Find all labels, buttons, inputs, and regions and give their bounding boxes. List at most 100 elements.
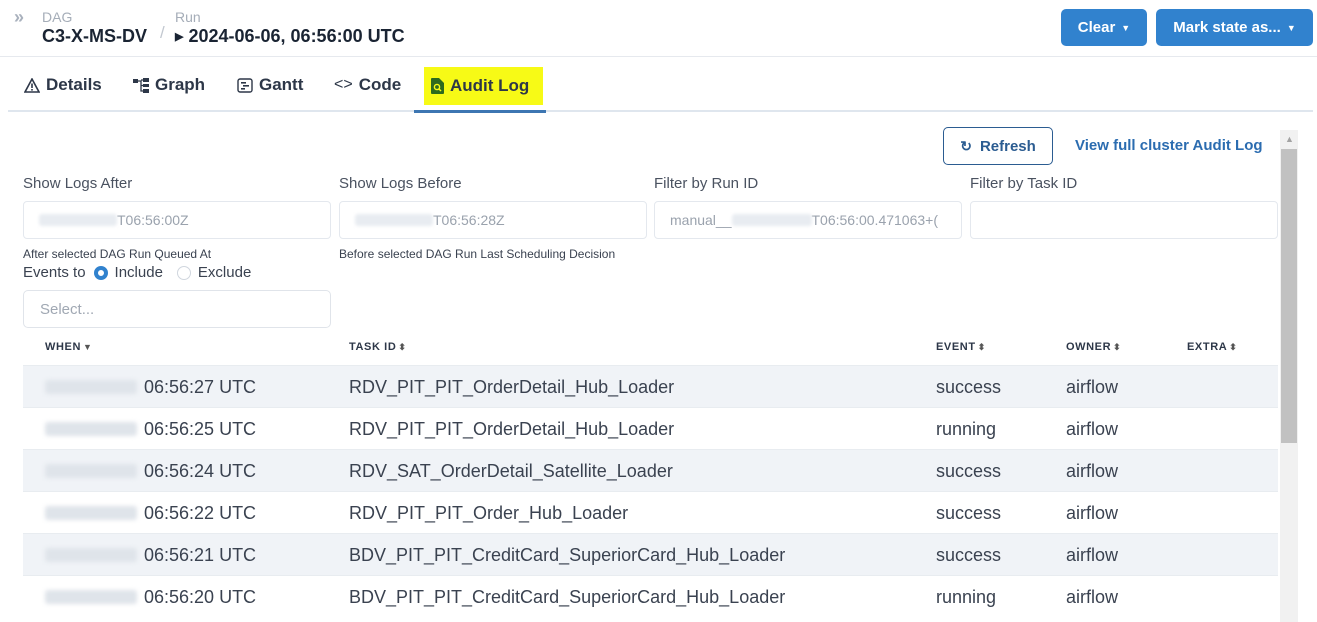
owner-cell: airflow: [1066, 503, 1119, 523]
events-label: Events to: [23, 264, 86, 281]
redacted-date: [39, 214, 117, 226]
breadcrumb-separator: /: [160, 23, 165, 42]
run-label: Run: [175, 9, 201, 25]
redacted-date: [45, 590, 137, 604]
show-logs-after-label: Show Logs After: [23, 175, 133, 192]
mark-state-button-label: Mark state as...: [1173, 19, 1281, 36]
event-cell: success: [936, 461, 1002, 481]
audit-table-header: WHEN ▼ TASK ID ⬍ EVENT ⬍ OWNER ⬍ EXTRA ⬍: [23, 338, 1278, 364]
task-id-cell: RDV_PIT_PIT_Order_Hub_Loader: [349, 503, 629, 523]
owner-cell: airflow: [1066, 377, 1119, 397]
scroll-up-icon[interactable]: ▲: [1285, 134, 1294, 144]
table-row[interactable]: 06:56:27 UTC RDV_PIT_PIT_OrderDetail_Hub…: [23, 365, 1278, 407]
redacted-date: [45, 548, 137, 562]
chevron-down-icon: ▼: [1121, 22, 1131, 33]
event-cell: success: [936, 503, 1002, 523]
when-cell: 06:56:20 UTC: [144, 587, 257, 607]
event-cell: running: [936, 419, 997, 439]
sort-desc-icon: ▼: [83, 342, 93, 352]
when-cell: 06:56:27 UTC: [144, 377, 257, 397]
tab-details-label: Details: [46, 75, 102, 94]
after-help-text: After selected DAG Run Queued At: [23, 247, 212, 261]
sort-icon: ⬍: [1113, 342, 1122, 352]
code-icon: <>: [334, 76, 353, 93]
sort-icon: ⬍: [398, 342, 407, 352]
expand-sidebar-icon[interactable]: »: [14, 7, 24, 28]
before-help-text: Before selected DAG Run Last Scheduling …: [339, 247, 616, 261]
refresh-button[interactable]: ↻ Refresh: [943, 127, 1053, 165]
exclude-radio[interactable]: [176, 265, 191, 280]
owner-cell: airflow: [1066, 587, 1119, 607]
run-id[interactable]: 2024-06-06, 06:56:00 UTC: [188, 26, 404, 46]
audit-log-panel: ↻ Refresh View full cluster Audit Log Sh…: [8, 113, 1298, 622]
when-cell: 06:56:21 UTC: [144, 545, 257, 565]
table-row[interactable]: 06:56:20 UTC BDV_PIT_PIT_CreditCard_Supe…: [23, 575, 1278, 617]
filter-run-id-input[interactable]: manual__ T06:56:00.471063+(: [654, 201, 962, 239]
task-id-cell: BDV_PIT_PIT_CreditCard_SuperiorCard_Hub_…: [349, 587, 786, 607]
clear-button-label: Clear: [1077, 19, 1116, 36]
view-full-audit-log-link[interactable]: View full cluster Audit Log: [1075, 137, 1263, 154]
sort-icon: ⬍: [1229, 342, 1238, 352]
tab-graph-label: Graph: [155, 75, 206, 94]
table-row[interactable]: 06:56:25 UTC RDV_PIT_PIT_OrderDetail_Hub…: [23, 407, 1278, 449]
dag-label: DAG: [42, 9, 73, 25]
audit-table-body: 06:56:27 UTC RDV_PIT_PIT_OrderDetail_Hub…: [23, 365, 1278, 617]
column-task-id[interactable]: TASK ID ⬍: [349, 341, 407, 353]
tab-code[interactable]: <> Code: [334, 67, 401, 103]
column-event[interactable]: EVENT ⬍: [936, 341, 986, 353]
event-cell: success: [936, 377, 1002, 397]
tab-details[interactable]: Details: [24, 67, 102, 103]
sort-icon: ⬍: [977, 342, 986, 352]
event-cell: running: [936, 587, 997, 607]
redacted-date: [355, 214, 433, 226]
column-owner[interactable]: OWNER ⬍: [1066, 341, 1121, 353]
clear-button[interactable]: Clear ▼: [1061, 9, 1147, 46]
exclude-label[interactable]: Exclude: [198, 264, 251, 281]
dag-id[interactable]: C3-X-MS-DV: [42, 26, 147, 46]
table-row[interactable]: 06:56:24 UTC RDV_SAT_OrderDetail_Satelli…: [23, 449, 1278, 491]
filter-task-id-label: Filter by Task ID: [970, 175, 1078, 192]
event-cell: success: [936, 545, 1002, 565]
include-label[interactable]: Include: [115, 264, 163, 281]
tab-audit-log-label: Audit Log: [450, 76, 530, 95]
breadcrumb-dag[interactable]: DAG C3-X-MS-DV: [42, 9, 147, 46]
scrollbar-thumb[interactable]: [1281, 149, 1297, 443]
show-logs-before-input[interactable]: T06:56:28Z: [339, 201, 647, 239]
when-cell: 06:56:24 UTC: [144, 461, 257, 481]
tab-gantt[interactable]: Gantt: [237, 67, 303, 103]
column-when[interactable]: WHEN ▼: [45, 341, 93, 353]
gantt-icon: [237, 77, 253, 93]
events-filter: Events to Include Exclude: [23, 264, 251, 281]
task-id-cell: BDV_PIT_PIT_CreditCard_SuperiorCard_Hub_…: [349, 545, 786, 565]
run-play-icon: ▶: [175, 31, 184, 43]
audit-log-icon: [431, 78, 444, 94]
owner-cell: airflow: [1066, 419, 1119, 439]
show-logs-after-input[interactable]: T06:56:00Z: [23, 201, 331, 239]
breadcrumb-run[interactable]: Run ▶ 2024-06-06, 06:56:00 UTC: [175, 9, 405, 47]
tab-bar: Details Graph Gantt <> Code Audit Log: [8, 57, 1313, 113]
redacted-date: [45, 380, 137, 394]
vertical-scrollbar[interactable]: ▲: [1280, 130, 1298, 622]
events-select[interactable]: Select...: [23, 290, 331, 328]
warning-icon: [24, 77, 40, 93]
redacted-date: [731, 214, 812, 226]
mark-state-button[interactable]: Mark state as... ▼: [1156, 9, 1313, 46]
show-logs-before-label: Show Logs Before: [339, 175, 462, 192]
redacted-date: [45, 464, 137, 478]
events-select-placeholder: Select...: [40, 300, 95, 318]
filter-task-id-input[interactable]: [970, 201, 1278, 239]
refresh-icon: ↻: [960, 137, 972, 154]
column-extra[interactable]: EXTRA ⬍: [1187, 341, 1237, 353]
chevron-down-icon: ▼: [1286, 22, 1296, 33]
include-radio[interactable]: [93, 265, 108, 280]
tab-audit-log[interactable]: Audit Log: [424, 67, 543, 105]
redacted-date: [45, 506, 137, 520]
owner-cell: airflow: [1066, 461, 1119, 481]
graph-icon: [133, 77, 149, 93]
table-row[interactable]: 06:56:21 UTC BDV_PIT_PIT_CreditCard_Supe…: [23, 533, 1278, 575]
tab-graph[interactable]: Graph: [133, 67, 205, 103]
when-cell: 06:56:25 UTC: [144, 419, 257, 439]
dag-run-header: » DAG C3-X-MS-DV / Run ▶ 2024-06-06, 06:5…: [0, 0, 1317, 57]
table-row[interactable]: 06:56:22 UTC RDV_PIT_PIT_Order_Hub_Loade…: [23, 491, 1278, 533]
tab-gantt-label: Gantt: [259, 75, 304, 94]
